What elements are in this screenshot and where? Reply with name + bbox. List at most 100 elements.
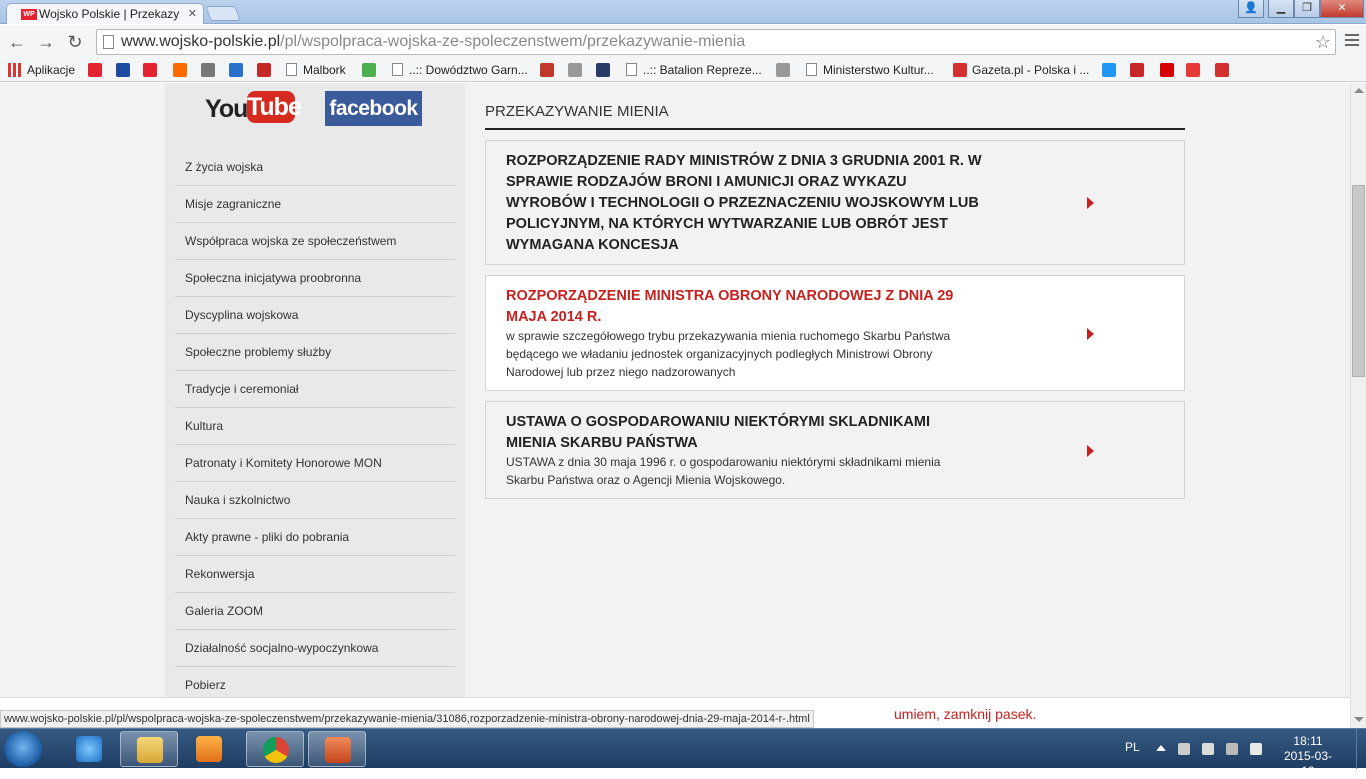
card-title[interactable]: ROZPORZĄDZENIE RADY MINISTRÓW Z DNIA 3 G… — [506, 151, 982, 256]
scroll-thumb[interactable] — [1352, 185, 1365, 377]
bookmark-badge[interactable] — [596, 62, 615, 79]
bookmark-inbox[interactable] — [1130, 62, 1149, 79]
bookmark-gazeta-pl-polska-i[interactable]: Gazeta.pl - Polska i ... — [953, 62, 1089, 79]
bookmark-batalion-repreze[interactable]: ..:: Batalion Repreze... — [626, 62, 762, 79]
taskbar-internet-explorer[interactable] — [60, 731, 118, 767]
bookmark-aplikacje[interactable]: Aplikacje — [8, 62, 75, 79]
sidebar-item-2[interactable]: Misje zagraniczne — [175, 186, 455, 223]
sidebar-item-8[interactable]: Kultura — [175, 408, 455, 445]
page-title: PRZEKAZYWANIE MIENIA — [485, 103, 669, 120]
url-host: www.wojsko-polskie.pl — [121, 33, 281, 50]
bookmark-eagle[interactable] — [201, 62, 220, 79]
page-info-icon[interactable] — [103, 35, 114, 49]
devices-icon[interactable] — [1202, 743, 1214, 755]
sidebar-item-6[interactable]: Społeczne problemy służby — [175, 334, 455, 371]
user-icon[interactable]: 👤 — [1238, 0, 1264, 18]
tab-title: Wojsko Polskie | Przekazy — [39, 7, 180, 21]
bookmark-eagle-gray[interactable] — [568, 62, 587, 79]
card-title[interactable]: USTAWA O GOSPODAROWANIU NIEKTÓRYMI SKLAD… — [506, 412, 930, 454]
network-icon[interactable] — [1226, 743, 1238, 755]
internet-explorer-icon — [76, 736, 102, 762]
sidebar-item-3[interactable]: Współpraca wojska ze społeczeństwem — [175, 223, 455, 260]
sidebar-item-14[interactable]: Działalność socjalno-wypoczynkowa — [175, 630, 455, 667]
taskbar: PL 18:11 2015-03-19 — [0, 728, 1366, 778]
card-rozporzadzenie-rady[interactable]: ROZPORZĄDZENIE RADY MINISTRÓW Z DNIA 3 G… — [485, 140, 1185, 265]
volume-icon[interactable] — [1250, 743, 1262, 755]
status-bubble: www.wojsko-polskie.pl/pl/wspolpraca-wojs… — [0, 710, 814, 728]
bookmark-label: ..:: Dowództwo Garn... — [409, 63, 528, 77]
bookmark-eagle-gray[interactable] — [776, 62, 795, 79]
card-arrow-icon[interactable] — [1087, 445, 1094, 457]
card-description: w sprawie szczegółowego trybu przekazywa… — [506, 329, 951, 379]
bookmark-label: Aplikacje — [27, 63, 76, 77]
sidebar-item-12[interactable]: Rekonwersja — [175, 556, 455, 593]
card-title[interactable]: ROZPORZĄDZENIE MINISTRA OBRONY NARODOWEJ… — [506, 286, 953, 328]
flag-icon[interactable] — [1178, 743, 1190, 755]
bookmark-allegro[interactable] — [173, 62, 192, 79]
minimize-button[interactable]: ▁ — [1268, 0, 1294, 18]
bookmark-dz[interactable] — [1215, 62, 1234, 79]
address-bar[interactable]: www.wojsko-polskie.pl/pl/wspolpraca-wojs… — [96, 29, 1336, 55]
taskbar-media-player[interactable] — [180, 731, 238, 767]
facebook-logo[interactable]: facebook — [325, 91, 422, 126]
clock[interactable]: 18:11 2015-03-19 — [1278, 734, 1338, 779]
bookmark-maps[interactable] — [362, 62, 381, 79]
bookmark-ministerstwo-kultur[interactable]: Ministerstwo Kultur... — [806, 62, 934, 79]
start-button[interactable] — [4, 731, 42, 767]
show-desktop-button[interactable] — [1356, 729, 1366, 769]
youtube-logo[interactable]: You Tube — [205, 91, 302, 125]
sidebar-item-11[interactable]: Akty prawne - pliki do pobrania — [175, 519, 455, 556]
red-bar-icon — [1160, 63, 1174, 77]
forward-button[interactable]: → — [35, 31, 57, 53]
bookmark-dow-dztwo-garn[interactable]: ..:: Dowództwo Garn... — [392, 62, 528, 79]
cookie-close-link[interactable]: umiem, zamknij pasek. — [894, 706, 1036, 722]
taskbar-chrome[interactable] — [246, 731, 304, 767]
badge-icon — [596, 63, 610, 77]
apps-grid-icon — [8, 63, 22, 77]
chrome-icon — [263, 737, 289, 763]
sidebar-item-7[interactable]: Tradycje i ceremoniał — [175, 371, 455, 408]
maximize-button[interactable]: ❐ — [1294, 0, 1320, 18]
new-tab-button[interactable] — [205, 6, 241, 21]
scroll-down-icon[interactable] — [1354, 717, 1364, 722]
scroll-up-icon[interactable] — [1354, 88, 1364, 93]
chrome-menu-button[interactable] — [1342, 31, 1362, 51]
close-button[interactable]: ✕ — [1320, 0, 1364, 18]
card-arrow-icon[interactable] — [1087, 197, 1094, 209]
bookmark-crest[interactable] — [540, 62, 559, 79]
sidebar-item-13[interactable]: Galeria ZOOM — [175, 593, 455, 630]
page-scrollbar[interactable] — [1350, 83, 1366, 728]
card-ustawa[interactable]: USTAWA O GOSPODAROWANIU NIEKTÓRYMI SKLAD… — [485, 401, 1185, 499]
card-rozporzadzenie-ministra[interactable]: ROZPORZĄDZENIE MINISTRA OBRONY NARODOWEJ… — [485, 275, 1185, 391]
sidebar-item-15[interactable]: Pobierz — [175, 667, 455, 697]
sidebar-item-4[interactable]: Społeczna inicjatywa proobronna — [175, 260, 455, 297]
sidebar-item-9[interactable]: Patronaty i Komitety Honorowe MON — [175, 445, 455, 482]
gazeta-icon — [953, 63, 967, 77]
wp-red-icon — [143, 63, 157, 77]
sidebar-item-10[interactable]: Nauka i szkolnictwo — [175, 482, 455, 519]
taskbar-file-explorer[interactable] — [120, 731, 178, 767]
title-divider — [485, 128, 1185, 130]
bookmark-w[interactable] — [1186, 62, 1205, 79]
bookmark-emblem-blue[interactable] — [229, 62, 248, 79]
bookmark-bank[interactable] — [116, 62, 135, 79]
bookmark-star-icon[interactable]: ☆ — [1315, 30, 1331, 54]
taskbar-powerpoint[interactable] — [308, 731, 366, 767]
bookmark-wp[interactable] — [88, 62, 107, 79]
sidebar-item-5[interactable]: Dyscyplina wojskowa — [175, 297, 455, 334]
bank-icon — [116, 63, 130, 77]
bookmark-wp-red[interactable] — [143, 62, 162, 79]
sidebar-item-1[interactable]: Z życia wojska — [175, 149, 455, 186]
back-button[interactable]: ← — [6, 31, 28, 53]
bookmark-red-bar[interactable] — [1160, 62, 1179, 79]
tab-close-icon[interactable]: ✕ — [188, 7, 197, 20]
bookmark-globe[interactable] — [1102, 62, 1121, 79]
show-hidden-icons-icon[interactable] — [1156, 745, 1166, 751]
tab-active[interactable]: WP Wojsko Polskie | Przekazy ✕ — [6, 3, 204, 24]
reload-button[interactable]: ↻ — [64, 31, 86, 53]
youtube-you-text: You — [205, 95, 248, 123]
bookmark-emblem-red[interactable] — [257, 62, 276, 79]
card-arrow-icon[interactable] — [1087, 328, 1094, 340]
language-indicator[interactable]: PL — [1125, 740, 1140, 754]
bookmark-malbork[interactable]: Malbork — [286, 62, 346, 79]
